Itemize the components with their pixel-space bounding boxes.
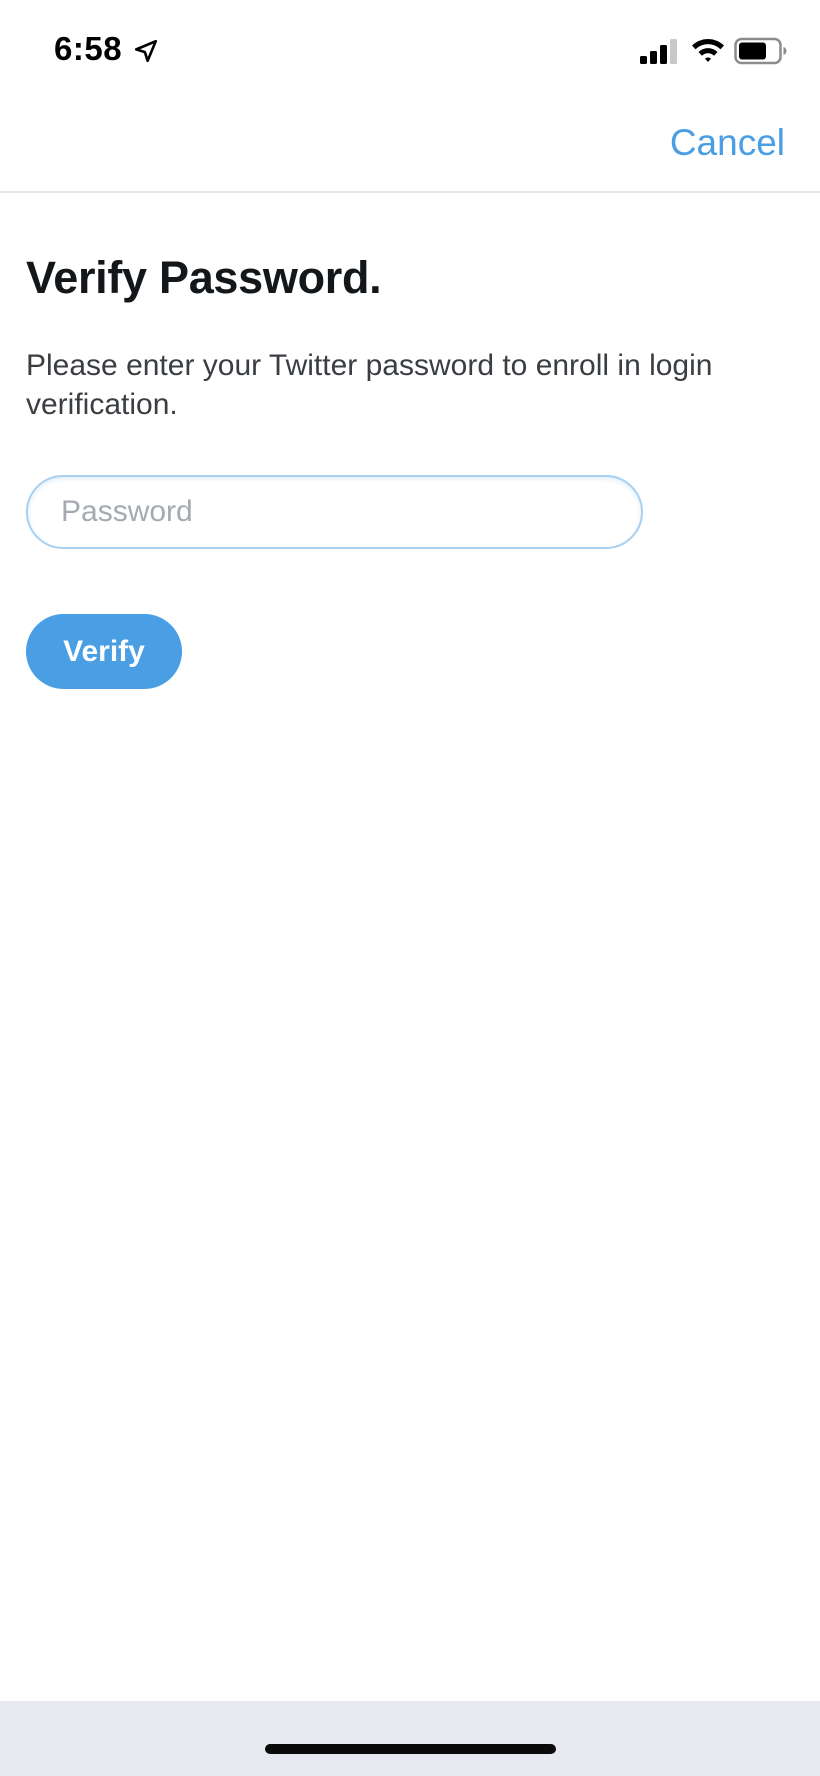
verify-password-screen: 6:58 Cancel Verify Password. Please ente… (0, 0, 820, 1776)
status-time: 6:58 (54, 30, 123, 67)
wifi-icon (692, 39, 724, 62)
page-title: Verify Password. (26, 252, 382, 303)
password-input[interactable] (26, 475, 643, 549)
location-arrow-icon (134, 39, 158, 63)
description-text: Please enter your Twitter password to en… (26, 349, 713, 421)
cellular-signal-icon (640, 39, 677, 64)
verify-button[interactable]: Verify (26, 614, 182, 689)
navigation-bar: Cancel (0, 100, 820, 193)
battery-icon (734, 37, 787, 65)
status-bar: 6:58 (0, 0, 820, 100)
home-indicator[interactable] (265, 1744, 556, 1754)
cancel-button[interactable]: Cancel (670, 122, 785, 164)
home-indicator-area (0, 1701, 820, 1776)
